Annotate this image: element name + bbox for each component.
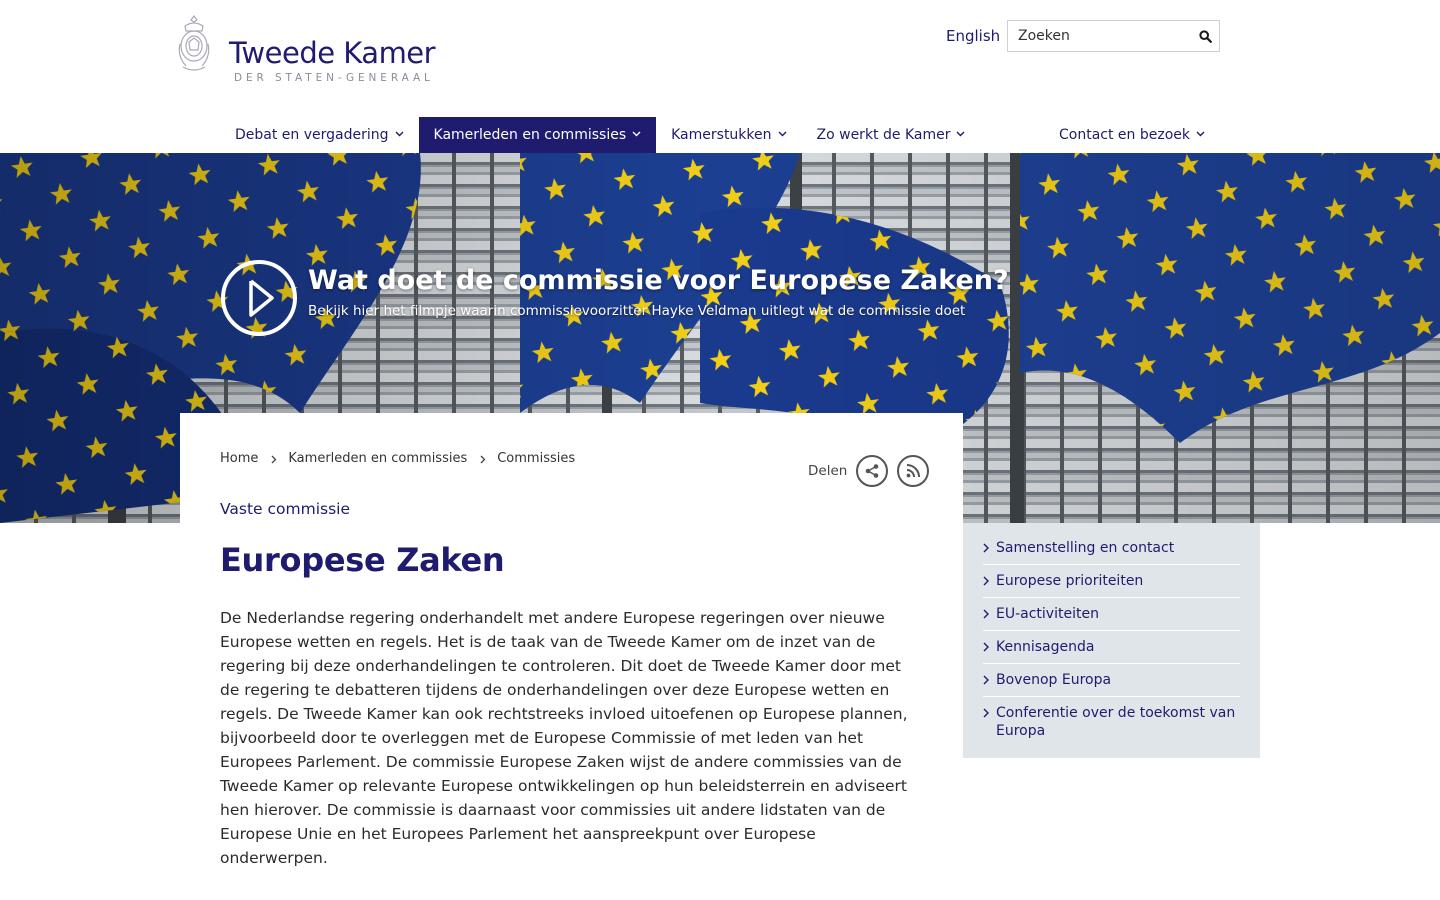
- nav-item-kamerleden-en-commissies[interactable]: Kamerleden en commissies: [418, 117, 657, 153]
- chevron-right-icon: [983, 609, 989, 619]
- royal-crest-icon: [178, 15, 210, 71]
- hero-title[interactable]: Wat doet de commissie voor Europese Zake…: [308, 265, 1009, 296]
- sidebar-item-bovenop-europa[interactable]: Bovenop Europa: [983, 671, 1240, 697]
- english-language-link[interactable]: English: [946, 27, 1000, 45]
- sidebar-item-label: Bovenop Europa: [996, 672, 1112, 688]
- sidebar-item-conferentie[interactable]: Conferentie over de toekomst van Europa: [983, 704, 1240, 747]
- nav-item-label: Contact en bezoek: [1059, 127, 1190, 143]
- chevron-down-icon: [395, 131, 404, 136]
- logo-subtitle: DER STATEN-GENERAAL: [234, 72, 434, 84]
- breadcrumb: Home Kamerleden en commissies Commissies: [220, 451, 575, 466]
- chevron-right-icon: [271, 455, 277, 464]
- share-icon: [866, 464, 879, 478]
- chevron-down-icon: [1196, 131, 1205, 136]
- search-button[interactable]: [1192, 21, 1219, 51]
- sidebar-item-europese-prioriteiten[interactable]: Europese prioriteiten: [983, 572, 1240, 598]
- sidebar-item-label: Samenstelling en contact: [996, 540, 1175, 556]
- nav-item-label: Debat en vergadering: [235, 127, 389, 143]
- sidebar-item-samenstelling[interactable]: Samenstelling en contact: [983, 539, 1240, 565]
- rss-button[interactable]: [897, 455, 930, 487]
- breadcrumb-item-current: Commissies: [497, 451, 576, 466]
- logo-name: Tweede Kamer: [229, 36, 436, 70]
- share-label: Delen: [808, 463, 848, 479]
- content-card: Home Kamerleden en commissies Commissies…: [180, 413, 963, 900]
- search-box: [1007, 20, 1220, 52]
- rss-icon: [906, 464, 921, 478]
- chevron-down-icon: [632, 131, 641, 136]
- share-button[interactable]: [856, 455, 889, 487]
- nav-item-label: Kamerstukken: [671, 127, 772, 143]
- sidebar-menu: Samenstelling en contact Europese priori…: [963, 523, 1260, 758]
- chevron-right-icon: [983, 642, 989, 652]
- chevron-right-icon: [983, 708, 989, 718]
- nav-item-debat-en-vergadering[interactable]: Debat en vergadering: [220, 117, 419, 153]
- page-title: Europese Zaken: [220, 541, 505, 579]
- chevron-right-icon: [983, 576, 989, 586]
- share-bar: Delen: [808, 455, 930, 487]
- search-input[interactable]: [1008, 21, 1192, 51]
- chevron-right-icon: [480, 455, 486, 464]
- nav-item-kamerstukken[interactable]: Kamerstukken: [656, 117, 801, 153]
- chevron-down-icon: [956, 131, 965, 136]
- chevron-right-icon: [983, 543, 989, 553]
- nav-item-contact-en-bezoek[interactable]: Contact en bezoek: [1044, 117, 1220, 153]
- breadcrumb-item-kamerleden[interactable]: Kamerleden en commissies: [288, 451, 467, 466]
- intro-paragraph: De Nederlandse regering onderhandelt met…: [220, 609, 908, 867]
- sidebar-item-kennisagenda[interactable]: Kennisagenda: [983, 638, 1240, 664]
- committee-type: Vaste commissie: [220, 500, 351, 518]
- chevron-down-icon: [778, 131, 787, 136]
- sidebar-item-label: EU-activiteiten: [996, 606, 1099, 622]
- nav-item-zo-werkt-de-kamer[interactable]: Zo werkt de Kamer: [802, 117, 981, 153]
- nav-item-label: Zo werkt de Kamer: [816, 127, 951, 143]
- nav-right: Contact en bezoek: [1044, 117, 1220, 153]
- site-logo[interactable]: Tweede Kamer DER STATEN-GENERAAL: [177, 14, 436, 84]
- breadcrumb-item-home[interactable]: Home: [220, 451, 258, 466]
- sidebar-item-label: Kennisagenda: [996, 639, 1095, 655]
- sidebar-item-label: Europese prioriteiten: [996, 573, 1144, 589]
- hero-subtitle: Bekijk hier het filmpje waarin commissie…: [308, 303, 966, 319]
- sidebar-item-label: Conferentie over de toekomst van Europa: [996, 705, 1236, 739]
- chevron-right-icon: [983, 675, 989, 685]
- nav-item-label: Kamerleden en commissies: [433, 127, 627, 143]
- play-video-icon[interactable]: [220, 259, 298, 337]
- sidebar-item-eu-activiteiten[interactable]: EU-activiteiten: [983, 605, 1240, 631]
- search-icon: [1199, 29, 1212, 43]
- main-nav: Debat en vergadering Kamerleden en commi…: [220, 117, 980, 153]
